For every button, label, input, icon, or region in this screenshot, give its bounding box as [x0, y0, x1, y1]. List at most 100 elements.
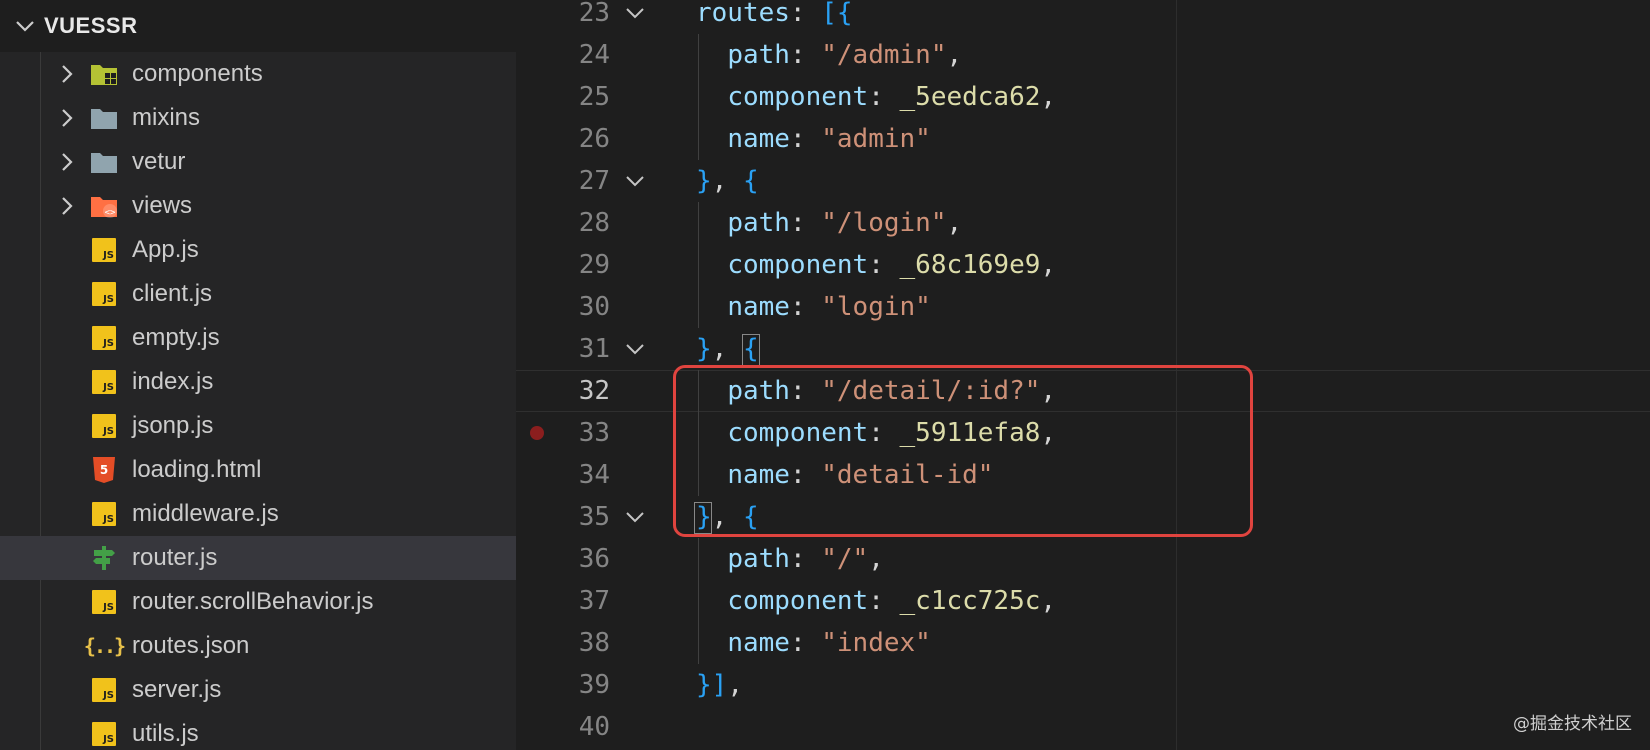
chevron-down-icon[interactable] [12, 13, 38, 39]
code-line[interactable]: 24 path: "/admin", [516, 34, 1650, 76]
tree-item-components[interactable]: components [0, 52, 516, 96]
json-file-icon: {..} [83, 634, 126, 658]
code-line[interactable]: 31}, { [516, 328, 1650, 370]
code-text[interactable]: }], [696, 664, 743, 706]
tree-item-empty-js[interactable]: JS empty.js [0, 316, 516, 360]
code-line[interactable]: 40 [516, 706, 1650, 748]
fold-chevron-icon[interactable] [624, 506, 646, 528]
line-number: 35 [578, 502, 610, 532]
code-line[interactable]: 27}, { [516, 160, 1650, 202]
tree-item-router-js[interactable]: router.js [0, 536, 516, 580]
tree-item-vetur[interactable]: vetur [0, 140, 516, 184]
tree-item-label: router.scrollBehavior.js [132, 588, 374, 615]
code-text[interactable]: name: "index" [696, 622, 931, 664]
chevron-right-icon[interactable] [56, 62, 78, 86]
line-number: 33 [578, 418, 610, 448]
code-line[interactable]: 39}], [516, 664, 1650, 706]
router-file-icon [90, 544, 118, 572]
tree-item-middleware-js[interactable]: JS middleware.js [0, 492, 516, 536]
tree-item-label: index.js [132, 368, 214, 395]
folder-icon [90, 104, 118, 132]
code-line[interactable]: 29 component: _68c169e9, [516, 244, 1650, 286]
code-line[interactable]: 38 name: "index" [516, 622, 1650, 664]
js-file-icon: JS [90, 368, 118, 396]
code-editor[interactable]: 23 routes: [{24 path: "/admin", 25 compone… [516, 0, 1650, 750]
components-folder-icon [90, 60, 118, 88]
tree-item-jsonp-js[interactable]: JS jsonp.js [0, 404, 516, 448]
code-text[interactable]: component: _5eedca62, [696, 76, 1056, 118]
code-text[interactable]: path: "/admin", [696, 34, 962, 76]
chevron-right-icon[interactable] [56, 194, 78, 218]
code-line[interactable]: 25 component: _5eedca62, [516, 76, 1650, 118]
indent-guide [698, 34, 699, 160]
code-text[interactable]: component: _c1cc725c, [696, 580, 1056, 622]
fold-chevron-icon[interactable] [624, 338, 646, 360]
tree-item-label: middleware.js [132, 500, 279, 527]
folder-icon [90, 148, 118, 176]
tree-item-label: loading.html [132, 456, 262, 483]
fold-chevron-icon[interactable] [624, 2, 646, 24]
js-file-icon: JS [90, 588, 118, 616]
tree-item-label: router.js [132, 544, 218, 571]
views-folder-icon: <> [90, 192, 118, 220]
annotation-highlight-box [673, 365, 1253, 537]
tree-item-label: empty.js [132, 324, 220, 351]
tree-item-app-js[interactable]: JS App.js [0, 228, 516, 272]
line-number: 31 [578, 334, 610, 364]
tree-item-label: jsonp.js [132, 412, 214, 439]
tree-item-server-js[interactable]: JS server.js [0, 668, 516, 712]
line-number: 30 [578, 292, 610, 322]
tree-item-index-js[interactable]: JS index.js [0, 360, 516, 404]
tree-item-label: server.js [132, 676, 222, 703]
explorer-sidebar: VUESSR components mixins vetur <> views JS App… [0, 0, 516, 750]
code-line[interactable]: 28 path: "/login", [516, 202, 1650, 244]
line-number: 36 [578, 544, 610, 574]
tree-item-label: vetur [132, 148, 186, 175]
line-number: 26 [578, 124, 610, 154]
code-line[interactable]: 26 name: "admin" [516, 118, 1650, 160]
tree-item-label: mixins [132, 104, 201, 131]
line-number: 23 [578, 0, 610, 28]
tree-item-mixins[interactable]: mixins [0, 96, 516, 140]
chevron-right-icon[interactable] [56, 150, 78, 174]
svg-text:5: 5 [100, 463, 108, 477]
js-file-icon: JS [90, 280, 118, 308]
tree-item-label: utils.js [132, 720, 199, 747]
line-number: 37 [578, 586, 610, 616]
tree-item-loading-html[interactable]: 5 loading.html [0, 448, 516, 492]
code-text[interactable]: path: "/", [696, 538, 884, 580]
tree-item-client-js[interactable]: JS client.js [0, 272, 516, 316]
code-text[interactable]: routes: [{ [696, 0, 853, 34]
fold-chevron-icon[interactable] [624, 170, 646, 192]
code-line[interactable]: 37 component: _c1cc725c, [516, 580, 1650, 622]
code-line[interactable]: 30 name: "login" [516, 286, 1650, 328]
line-number: 24 [578, 40, 610, 70]
tree-item-label: routes.json [132, 632, 250, 659]
tree-item-label: components [132, 60, 263, 87]
explorer-section-header[interactable]: VUESSR [0, 0, 516, 52]
js-file-icon: JS [90, 324, 118, 352]
line-number: 29 [578, 250, 610, 280]
tree-item-label: App.js [132, 236, 199, 263]
line-number: 39 [578, 670, 610, 700]
js-file-icon: JS [90, 500, 118, 528]
tree-item-utils-js[interactable]: JS utils.js [0, 712, 516, 750]
chevron-right-icon[interactable] [56, 106, 78, 130]
code-text[interactable]: name: "admin" [696, 118, 931, 160]
tree-item-routes-json[interactable]: {..} routes.json [0, 624, 516, 668]
code-text[interactable]: }, { [696, 160, 759, 202]
code-text[interactable]: component: _68c169e9, [696, 244, 1056, 286]
line-number: 40 [578, 712, 610, 742]
file-tree: components mixins vetur <> views JS App.js JS cl… [0, 52, 516, 750]
code-line[interactable]: 23 routes: [{ [516, 0, 1650, 34]
code-text[interactable]: path: "/login", [696, 202, 962, 244]
html5-file-icon: 5 [90, 456, 118, 484]
indent-guide [698, 538, 699, 664]
tree-item-views[interactable]: <> views [0, 184, 516, 228]
js-file-icon: JS [90, 676, 118, 704]
tree-item-router-scrollbehavior-js[interactable]: JS router.scrollBehavior.js [0, 580, 516, 624]
js-file-icon: JS [90, 720, 118, 748]
code-line[interactable]: 36 path: "/", [516, 538, 1650, 580]
line-number: 32 [578, 376, 610, 406]
code-text[interactable]: name: "login" [696, 286, 931, 328]
